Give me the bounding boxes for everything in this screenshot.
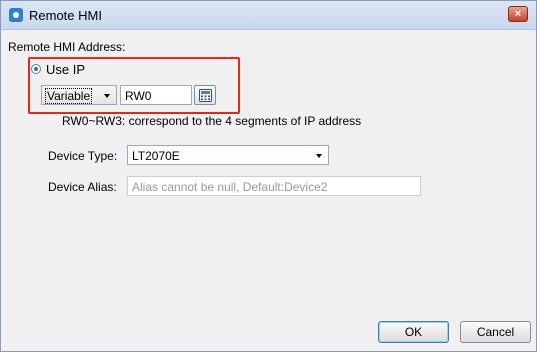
close-button[interactable]: × bbox=[508, 6, 528, 22]
cancel-button[interactable]: Cancel bbox=[460, 321, 531, 343]
ok-button[interactable]: OK bbox=[378, 321, 449, 343]
device-alias-input[interactable]: Alias cannot be null, Default:Device2 bbox=[127, 176, 421, 196]
device-type-select[interactable]: LT2070E bbox=[127, 145, 329, 165]
use-ip-radio[interactable] bbox=[31, 64, 41, 74]
use-ip-label[interactable]: Use IP bbox=[46, 62, 85, 77]
source-type-select[interactable]: Variable bbox=[41, 85, 117, 105]
app-icon bbox=[9, 8, 23, 22]
calculator-button[interactable] bbox=[194, 85, 216, 105]
device-alias-label: Device Alias: bbox=[48, 180, 117, 194]
variable-input[interactable]: RW0 bbox=[120, 85, 192, 105]
close-icon: × bbox=[514, 8, 522, 20]
device-type-value: LT2070E bbox=[132, 149, 180, 163]
title-bar: Remote HMI × bbox=[1, 1, 536, 30]
remote-hmi-address-label: Remote HMI Address: bbox=[8, 40, 126, 54]
ip-segments-hint: RW0~RW3: correspond to the 4 segments of… bbox=[62, 114, 362, 128]
device-type-label: Device Type: bbox=[48, 149, 118, 163]
dialog-body: Remote HMI Address: Use IP Variable RW0 … bbox=[1, 30, 536, 351]
chevron-down-icon bbox=[104, 94, 110, 98]
remote-hmi-dialog: Remote HMI × Remote HMI Address: Use IP … bbox=[0, 0, 537, 352]
window-title: Remote HMI bbox=[29, 8, 102, 23]
calculator-icon bbox=[199, 89, 212, 102]
source-type-value: Variable bbox=[45, 88, 93, 104]
chevron-down-icon bbox=[316, 154, 322, 158]
